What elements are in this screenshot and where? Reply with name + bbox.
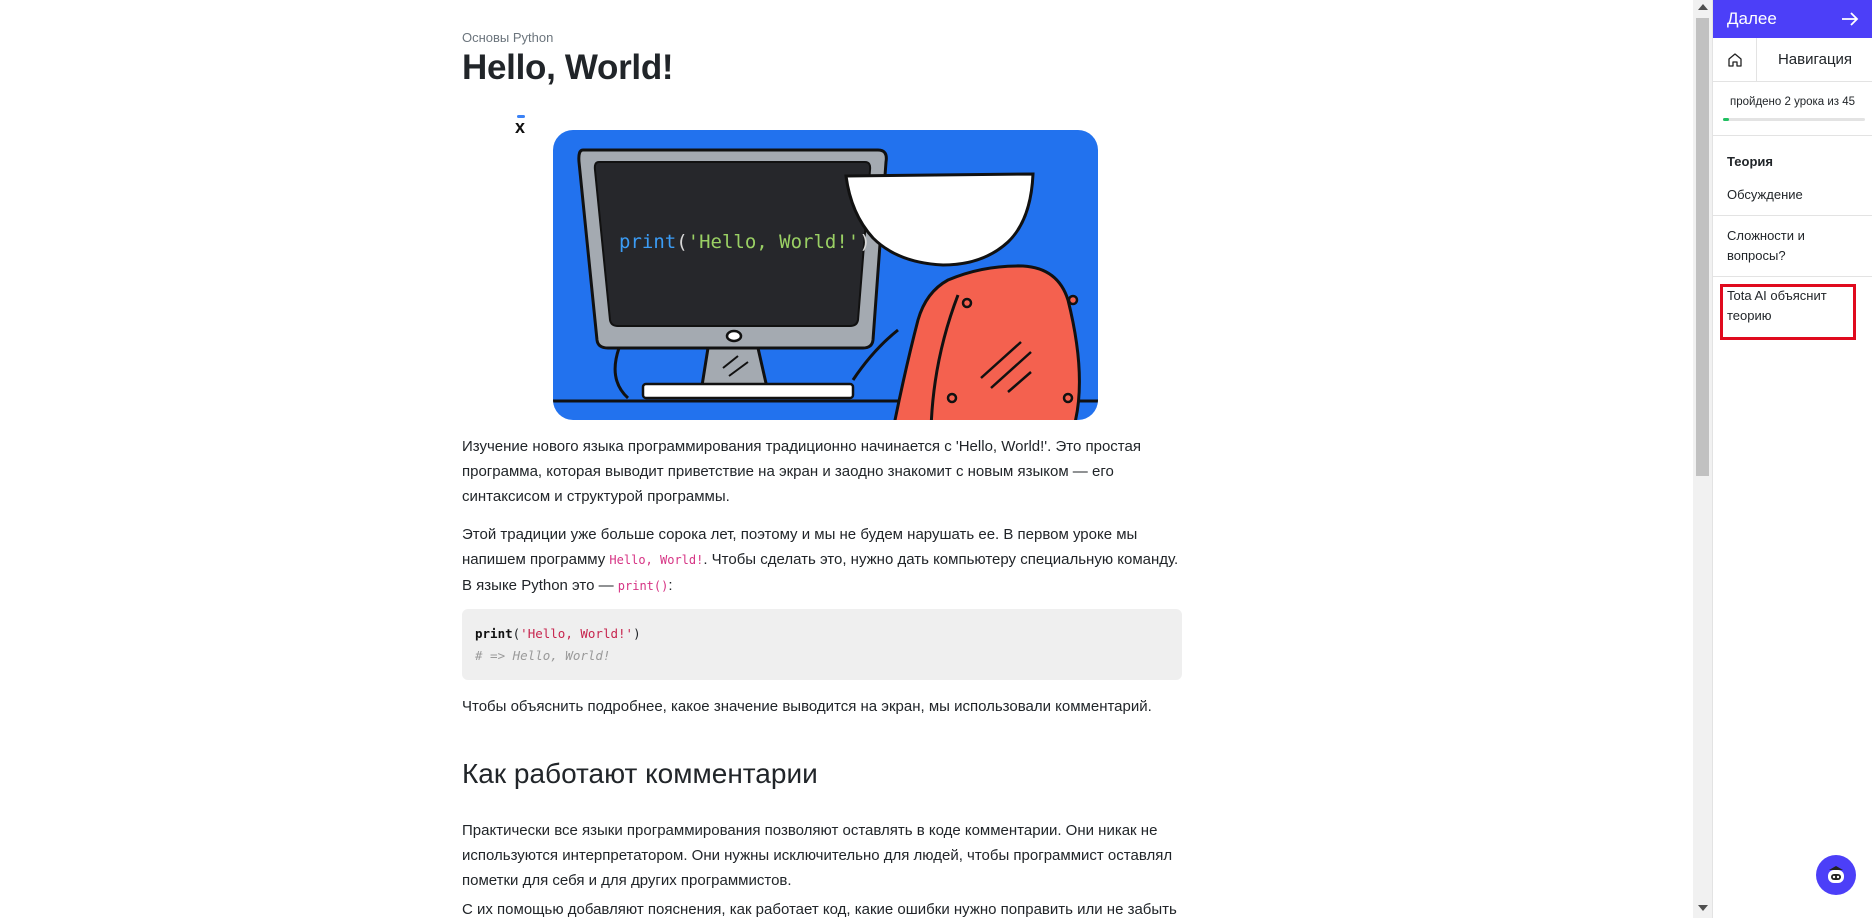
illustration-code: print('Hello, World!')	[619, 231, 871, 253]
illustration-paren: (	[676, 231, 687, 253]
page-scrollbar[interactable]	[1693, 0, 1712, 918]
paragraph-intro: Изучение нового языка программирования т…	[462, 438, 1141, 505]
code-comment: # => Hello, World!	[475, 648, 611, 663]
scroll-down-arrow-icon[interactable]	[1698, 905, 1708, 911]
divider	[1713, 276, 1872, 277]
scrollbar-thumb[interactable]	[1696, 18, 1709, 476]
sidebar-item-discussion[interactable]: Обсуждение	[1727, 185, 1803, 205]
navigation-button[interactable]: Навигация	[1757, 38, 1872, 81]
inline-code: print()	[617, 579, 669, 593]
hello-world-illustration: print('Hello, World!')	[553, 130, 1098, 420]
code-paren: )	[633, 626, 641, 641]
page-title: Hello, World!	[462, 48, 674, 87]
progress-bar	[1723, 118, 1865, 121]
sidebar-item-questions[interactable]: Сложности и вопросы?	[1727, 226, 1847, 266]
progress-section: пройдено 2 урока из 45	[1713, 82, 1872, 136]
illustration-paren: )	[859, 231, 870, 253]
section-title: Как работают комментарии	[462, 758, 818, 789]
divider	[1713, 215, 1872, 216]
code-block: print('Hello, World!') # => Hello, World…	[462, 609, 1182, 680]
illustration-string: 'Hello, World!'	[688, 231, 860, 253]
next-button-label: Далее	[1727, 9, 1777, 28]
chat-assistant-button[interactable]	[1816, 855, 1856, 895]
code-function: print	[475, 626, 513, 641]
progress-bar-fill	[1723, 118, 1730, 121]
arrow-right-icon	[1842, 12, 1859, 26]
home-icon	[1727, 52, 1742, 67]
nav-row: Навигация	[1713, 38, 1872, 82]
code-string: 'Hello, World!'	[520, 626, 634, 641]
inline-code: Hello, World!	[609, 553, 704, 567]
close-image-button[interactable]: x	[515, 115, 526, 136]
progress-text: пройдено 2 урока из 45	[1730, 96, 1856, 108]
scroll-up-arrow-icon[interactable]	[1698, 4, 1708, 10]
lesson-sidebar: Далее Навигация пройдено 2 урока из 45 Т…	[1712, 0, 1872, 918]
paragraph-tradition: Этой традиции уже больше сорока лет, поэ…	[462, 522, 1192, 599]
illustration-fn: print	[619, 231, 676, 253]
paragraph-text: :	[668, 577, 673, 594]
sidebar-item-theory[interactable]: Теория	[1727, 152, 1773, 172]
next-button[interactable]: Далее	[1713, 0, 1872, 38]
paragraph-comments-usage: С их помощью добавляют пояснения, как ра…	[462, 901, 1177, 918]
home-button[interactable]	[1713, 38, 1757, 81]
breadcrumb[interactable]: Основы Python	[462, 30, 553, 45]
paragraph-comments: Практически все языки программирования п…	[462, 822, 1173, 889]
paragraph-explain: Чтобы объяснить подробнее, какое значени…	[462, 698, 1152, 715]
sidebar-item-ai-explain[interactable]: Tota AI объяснит теорию	[1727, 286, 1842, 326]
robot-assistant-icon	[1828, 866, 1844, 883]
code-line: print('Hello, World!')	[475, 623, 1169, 645]
